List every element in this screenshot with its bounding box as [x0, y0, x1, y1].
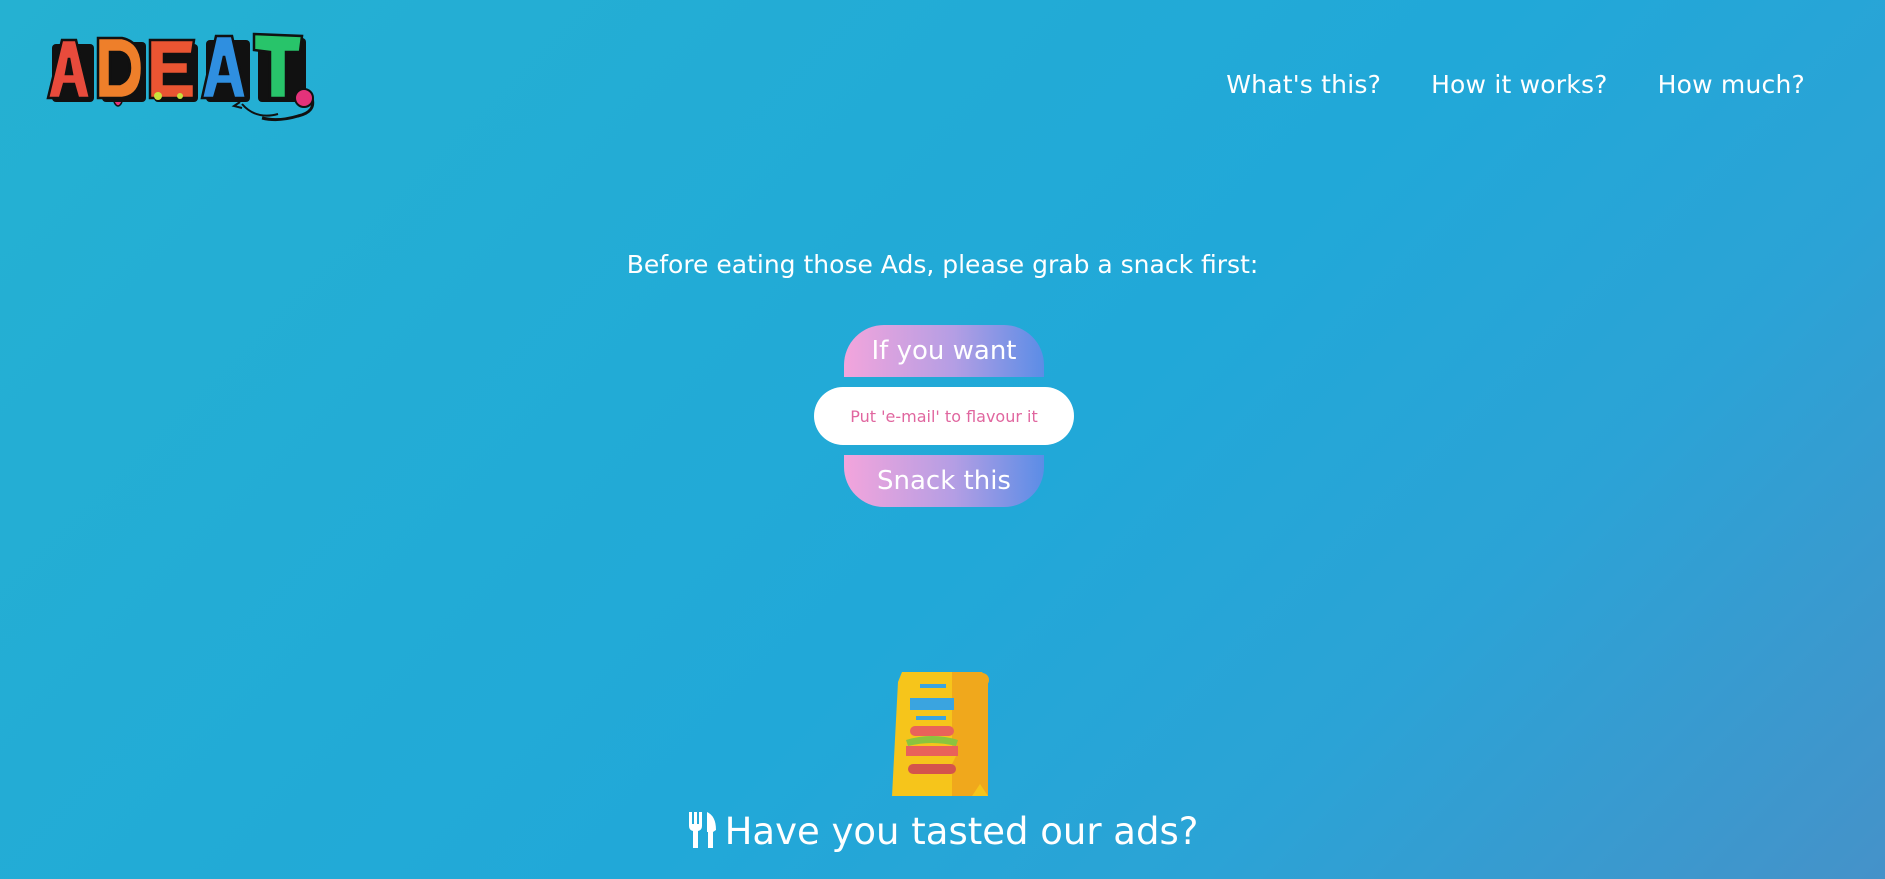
- if-you-want-button[interactable]: If you want: [844, 325, 1044, 377]
- nav-link-how-much[interactable]: How much?: [1658, 70, 1805, 99]
- adeat-logo[interactable]: [42, 32, 324, 122]
- snack-this-button[interactable]: Snack this: [844, 455, 1044, 507]
- hero-prompt: Before eating those Ads, please grab a s…: [626, 250, 1259, 279]
- logo-graphic: [46, 32, 315, 122]
- section-heading: Have you tasted our ads?: [0, 810, 1885, 857]
- food-bag-icon: [892, 672, 992, 796]
- section-title: Have you tasted our ads?: [724, 810, 1199, 853]
- email-input[interactable]: [814, 387, 1074, 445]
- nav-link-how-it-works[interactable]: How it works?: [1431, 70, 1608, 99]
- site-header: What's this? How it works? How much?: [0, 0, 1885, 150]
- main-nav: What's this? How it works? How much?: [1226, 70, 1805, 99]
- fork-knife-icon: [687, 812, 717, 857]
- nav-link-whats-this[interactable]: What's this?: [1226, 70, 1381, 99]
